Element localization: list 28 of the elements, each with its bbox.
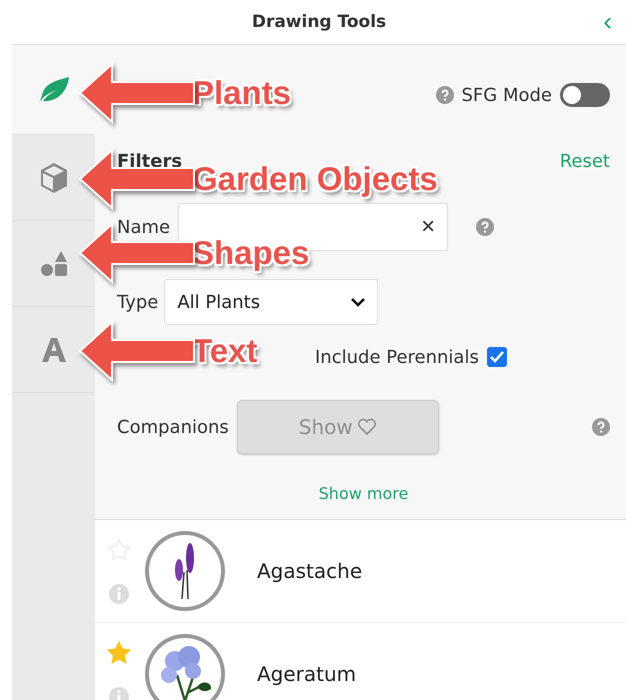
- sfg-mode-toggle[interactable]: [560, 83, 610, 107]
- plant-name: Agastache: [257, 559, 362, 583]
- help-icon[interactable]: [436, 86, 454, 104]
- shapes-icon: [38, 248, 68, 278]
- include-perennials-checkbox[interactable]: [486, 347, 507, 367]
- help-icon[interactable]: [592, 418, 610, 436]
- chevron-down-icon: [351, 298, 366, 306]
- sfg-mode-label: SFG Mode: [462, 84, 552, 106]
- plant-list-item[interactable]: Ageratum: [95, 623, 626, 700]
- annotation-label: Garden Objects: [192, 160, 438, 198]
- letter-icon: [40, 336, 66, 362]
- help-icon[interactable]: [476, 218, 494, 236]
- name-label: Name: [117, 216, 170, 238]
- annotation-label: Plants: [192, 74, 292, 112]
- leaf-icon: [36, 76, 70, 104]
- clear-button[interactable]: ×: [421, 213, 436, 241]
- tool-tab[interactable]: [12, 45, 95, 135]
- include-perennials-label: Include Perennials: [315, 346, 479, 368]
- annotation-label: Text: [192, 332, 258, 370]
- panel-title: Drawing Tools: [252, 12, 386, 32]
- type-label: Type: [117, 292, 158, 312]
- cube-icon: [38, 162, 68, 194]
- plant-name: Ageratum: [257, 662, 356, 686]
- companions-label: Companions: [117, 416, 229, 438]
- star-icon[interactable]: [107, 641, 131, 665]
- type-select[interactable]: All Plants: [164, 279, 378, 325]
- filters-heading: Filters: [117, 150, 182, 172]
- heart-icon: [356, 418, 377, 436]
